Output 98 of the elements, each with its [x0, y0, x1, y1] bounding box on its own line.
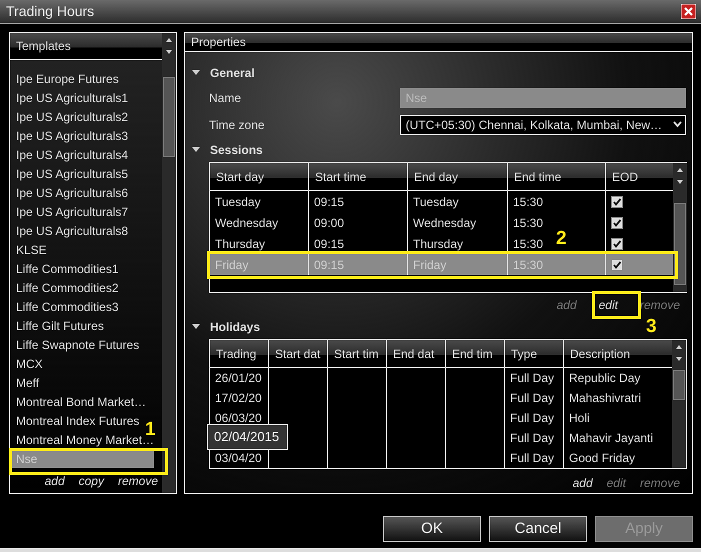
expand-caret-icon[interactable]: [191, 323, 201, 331]
column-header[interactable]: EOD: [606, 163, 673, 190]
expand-caret-icon[interactable]: [191, 69, 201, 77]
column-header[interactable]: End tim: [446, 340, 505, 367]
table-cell-text: 15:30: [513, 236, 544, 252]
timezone-dropdown[interactable]: (UTC+05:30) Chennai, Kolkata, Mumbai, New…: [400, 114, 686, 134]
table-cell-text: Good Friday: [569, 450, 636, 467]
table-cell-text: Full Day: [510, 390, 554, 407]
column-header[interactable]: Start time: [309, 163, 408, 190]
column-header[interactable]: Trading: [210, 340, 269, 367]
table-cell-text: Full Day: [510, 410, 554, 427]
dialog-button[interactable]: OK: [383, 516, 481, 542]
checkbox[interactable]: [611, 238, 623, 250]
table-cell-text: Friday: [413, 256, 446, 274]
template-item[interactable]: MCX: [16, 354, 43, 373]
table-cell-text: Full Day: [510, 430, 554, 447]
session-row[interactable]: Tuesday 09:15 Tuesday 15:30: [210, 191, 673, 212]
table-cell-text: Tuesday: [413, 194, 459, 210]
column-header[interactable]: End day: [408, 163, 508, 190]
table-cell-text: Wednesday: [413, 214, 476, 232]
table-cell-text: Republic Day: [569, 370, 640, 387]
section-title: Holidays: [210, 319, 260, 336]
action-link[interactable]: add: [44, 472, 65, 490]
chevron-down-icon: [673, 121, 682, 128]
table-cell-text: Full Day: [510, 450, 554, 467]
scrollbar-thumb[interactable]: [674, 203, 686, 285]
scrollbar[interactable]: [672, 340, 686, 468]
section-title: General: [210, 65, 255, 82]
table-cell-text: 17/02/20: [215, 390, 262, 407]
template-item[interactable]: Liffe Gilt Futures: [16, 316, 104, 335]
table-cell-text: 15:30: [513, 256, 544, 274]
table-cell-text: 03/04/20: [215, 450, 262, 467]
template-item[interactable]: Ipe US Agriculturals7: [16, 202, 128, 221]
template-item[interactable]: Ipe US Agriculturals5: [16, 164, 128, 183]
tooltip: 02/04/2015: [207, 424, 288, 450]
action-link[interactable]: add: [572, 474, 593, 492]
action-link[interactable]: copy: [78, 472, 104, 490]
table-cell-text: 06/03/20: [215, 410, 262, 427]
table-cell-text: 15:30: [513, 194, 544, 210]
template-item[interactable]: Ipe Europe Futures: [16, 69, 119, 88]
template-item[interactable]: Ipe US Agriculturals8: [16, 221, 128, 240]
scrollbar-thumb[interactable]: [673, 370, 685, 400]
checkbox[interactable]: [611, 196, 623, 208]
table-cell-text: 09:15: [314, 194, 344, 210]
highlight-frame: [592, 291, 641, 319]
table-cell-text: 15:30: [513, 214, 544, 232]
column-header[interactable]: Start day: [210, 163, 309, 190]
column-header[interactable]: Start tim: [328, 340, 387, 367]
table-cell-text: 09:00: [314, 214, 344, 232]
table-cell-text: Thursday: [413, 236, 464, 252]
template-item[interactable]: Liffe Swapnote Futures: [16, 335, 140, 354]
table-cell-text: 26/01/20: [215, 370, 262, 387]
table-cell-text: Tuesday: [215, 194, 261, 210]
panel-title: Properties: [191, 34, 246, 51]
checkbox[interactable]: [611, 258, 623, 270]
scrollbar[interactable]: [162, 60, 176, 493]
column-header[interactable]: End dat: [387, 340, 446, 367]
callout-number: 2: [556, 229, 567, 248]
table-cell-text: 09:15: [314, 256, 344, 274]
dialog-button[interactable]: Cancel: [489, 516, 587, 542]
scrollbar[interactable]: [673, 163, 687, 292]
callout-number: 1: [145, 420, 156, 439]
table-cell-text: Mahashivratri: [569, 390, 642, 407]
template-item[interactable]: Ipe US Agriculturals3: [16, 126, 128, 145]
table-cell-text: Thursday: [215, 236, 266, 252]
template-item[interactable]: Ipe US Agriculturals1: [16, 88, 128, 107]
table-cell-text: 09:15: [314, 236, 344, 252]
table-cell-text: Friday: [215, 256, 248, 274]
column-header[interactable]: Description: [564, 340, 672, 367]
panel-title: Templates: [16, 38, 71, 55]
column-header[interactable]: Type: [505, 340, 564, 367]
action-link[interactable]: edit: [598, 296, 618, 314]
field-label: Time zone: [209, 116, 266, 134]
template-item[interactable]: Meff: [16, 373, 40, 392]
callout-number: 3: [646, 317, 657, 336]
close-icon[interactable]: [681, 4, 696, 19]
column-header[interactable]: Start dat: [269, 340, 328, 367]
field-label: Name: [209, 90, 242, 107]
section-title: Sessions: [210, 142, 263, 159]
expand-caret-icon[interactable]: [191, 146, 201, 154]
table-cell-text: Mahavir Jayanti: [569, 430, 654, 447]
window-title: Trading Hours: [6, 2, 94, 21]
column-header[interactable]: End time: [508, 163, 606, 190]
table-cell-text: Wednesday: [215, 214, 278, 232]
template-item[interactable]: Montreal Index Futures: [16, 411, 140, 430]
template-item[interactable]: KLSE: [16, 240, 47, 259]
table-cell-text: Full Day: [510, 370, 554, 387]
template-item[interactable]: Liffe Commodities3: [16, 297, 118, 316]
template-item[interactable]: Liffe Commodities1: [16, 259, 118, 278]
scrollbar-thumb[interactable]: [163, 77, 175, 157]
checkbox[interactable]: [611, 216, 623, 228]
template-item[interactable]: Montreal Bond Market…: [16, 392, 146, 411]
template-item[interactable]: Ipe US Agriculturals4: [16, 145, 128, 164]
action-link[interactable]: remove: [118, 472, 158, 490]
template-item[interactable]: Ipe US Agriculturals6: [16, 183, 128, 202]
template-item[interactable]: Ipe US Agriculturals2: [16, 107, 128, 126]
template-item[interactable]: Liffe Commodities2: [16, 278, 118, 297]
table-cell-text: Holi: [569, 410, 590, 427]
